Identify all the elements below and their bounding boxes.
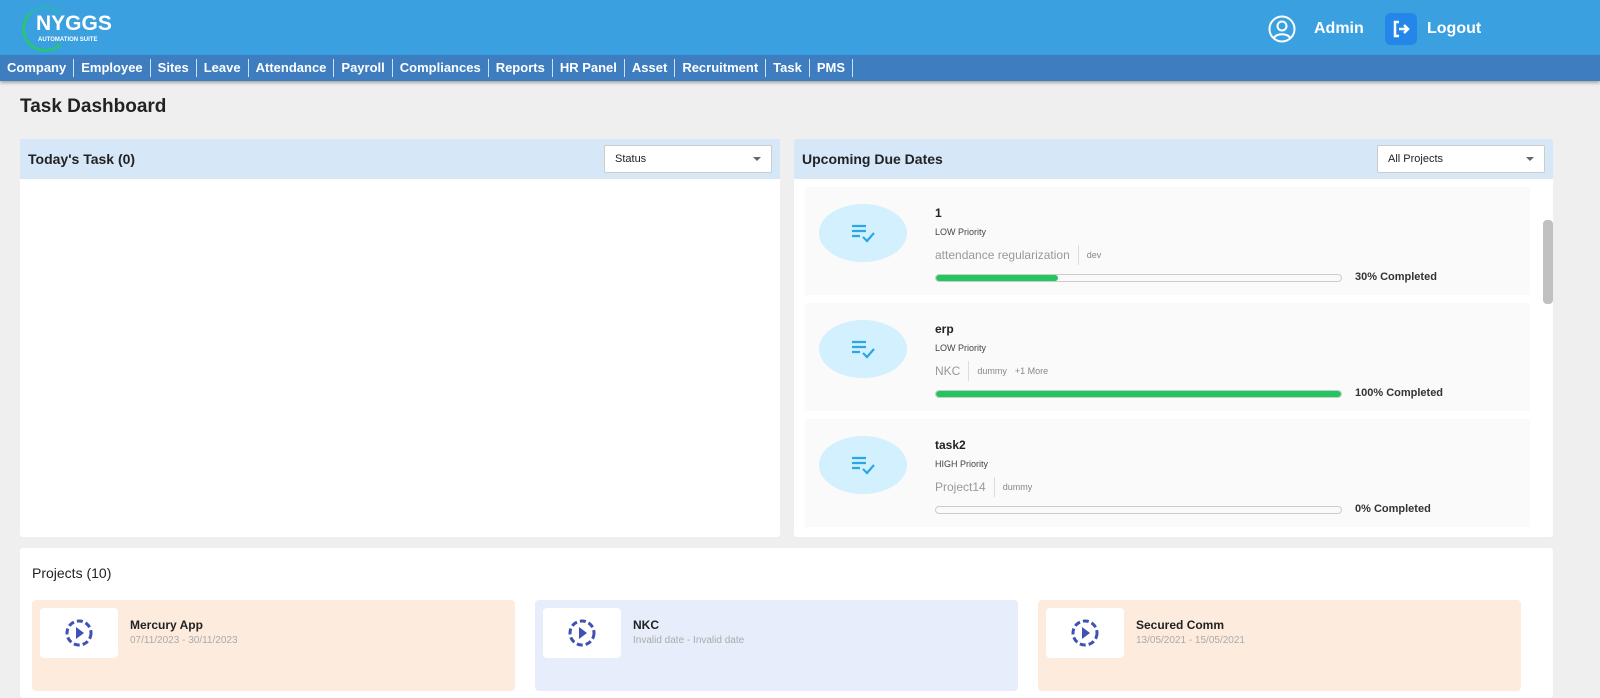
- nav-item-employee[interactable]: Employee: [74, 59, 151, 77]
- logout-label: Logout: [1427, 20, 1482, 37]
- task-more[interactable]: +1 More: [1015, 366, 1048, 376]
- task-list-icon: [819, 436, 907, 494]
- task-priority: HIGH Priority: [935, 459, 989, 469]
- project-name: Mercury App: [130, 618, 203, 632]
- status-dropdown[interactable]: Status: [604, 145, 772, 173]
- chevron-down-icon: [1526, 157, 1534, 161]
- task-name: task2: [935, 438, 966, 452]
- nav-item-task[interactable]: Task: [766, 59, 810, 77]
- project-card[interactable]: NKC Invalid date - Invalid date: [535, 600, 1018, 691]
- logout-icon: [1385, 13, 1417, 45]
- project-dates: 07/11/2023 - 30/11/2023: [130, 635, 238, 646]
- upcoming-due-dates-panel: Upcoming Due Dates All Projects 1 LOW Pr…: [794, 139, 1553, 537]
- progress-label: 0% Completed: [1355, 503, 1431, 515]
- page-title: Task Dashboard: [20, 96, 167, 117]
- panel-title: Upcoming Due Dates: [802, 151, 943, 167]
- progress-label: 30% Completed: [1355, 271, 1437, 283]
- nav-item-pms[interactable]: PMS: [810, 59, 854, 77]
- task-list-icon: [819, 320, 907, 378]
- top-header: NYGGS AUTOMATION SUITE Admin Logout: [0, 0, 1600, 55]
- user-menu[interactable]: Admin: [1268, 15, 1364, 43]
- play-circle-icon: [1046, 608, 1124, 658]
- nav-item-hr-panel[interactable]: HR Panel: [553, 59, 625, 77]
- nav-item-recruitment[interactable]: Recruitment: [675, 59, 767, 77]
- projects-panel: Projects (10) Mercury App 07/11/2023 - 3…: [20, 548, 1553, 698]
- logout-button[interactable]: Logout: [1385, 13, 1481, 45]
- project-dates: Invalid date - Invalid date: [633, 635, 745, 646]
- panel-title: Today's Task (0): [28, 151, 136, 167]
- panel-title: Projects (10): [32, 565, 112, 581]
- nav-item-company[interactable]: Company: [0, 59, 75, 77]
- nav-item-asset[interactable]: Asset: [625, 59, 676, 77]
- task-tag: dummy: [977, 366, 1007, 376]
- user-icon: [1268, 15, 1296, 43]
- nav-item-leave[interactable]: Leave: [197, 59, 249, 77]
- task-tag: dev: [1086, 250, 1102, 260]
- task-list-icon: [819, 204, 907, 262]
- progress-bar: [935, 390, 1342, 398]
- task-name: 1: [935, 206, 942, 220]
- nav-item-compliances[interactable]: Compliances: [393, 59, 489, 77]
- chevron-down-icon: [753, 157, 761, 161]
- todays-task-panel: Today's Task (0) Status: [20, 139, 780, 537]
- play-circle-icon: [40, 608, 118, 658]
- task-priority: LOW Priority: [935, 227, 987, 237]
- task-project: Project14: [935, 480, 986, 494]
- logo[interactable]: NYGGS AUTOMATION SUITE: [22, 6, 122, 54]
- nav-item-reports[interactable]: Reports: [489, 59, 553, 77]
- task-item[interactable]: task2 HIGH Priority Project14 dummy 0% Co…: [805, 419, 1530, 527]
- project-card[interactable]: Mercury App 07/11/2023 - 30/11/2023: [32, 600, 515, 691]
- user-name: Admin: [1314, 20, 1364, 37]
- project-card[interactable]: Secured Comm 13/05/2021 - 15/05/2021: [1038, 600, 1521, 691]
- task-name: erp: [935, 322, 954, 336]
- main-nav: Company Employee Sites Leave Attendance Payro…: [0, 55, 1600, 81]
- progress-bar: [935, 274, 1342, 282]
- logo-text: NYGGS: [36, 12, 112, 35]
- progress-bar: [935, 506, 1342, 514]
- progress-label: 100% Completed: [1355, 387, 1444, 399]
- nav-item-attendance[interactable]: Attendance: [249, 59, 335, 77]
- projects-dropdown[interactable]: All Projects: [1377, 145, 1545, 173]
- task-project: attendance regularization: [935, 248, 1070, 262]
- task-project: NKC: [935, 364, 961, 378]
- task-tag: dummy: [1002, 482, 1033, 492]
- project-name: NKC: [633, 618, 659, 632]
- scrollbar[interactable]: [1543, 220, 1553, 304]
- project-dates: 13/05/2021 - 15/05/2021: [1136, 635, 1245, 646]
- play-circle-icon: [543, 608, 621, 658]
- project-name: Secured Comm: [1136, 618, 1225, 632]
- task-priority: LOW Priority: [935, 343, 987, 353]
- logo-subtext: AUTOMATION SUITE: [38, 37, 98, 43]
- nav-item-payroll[interactable]: Payroll: [334, 59, 393, 77]
- nav-item-sites[interactable]: Sites: [151, 59, 197, 77]
- task-item[interactable]: erp LOW Priority NKC dummy +1 More 100% Co…: [805, 303, 1530, 411]
- task-item[interactable]: 1 LOW Priority attendance regularization…: [805, 187, 1530, 295]
